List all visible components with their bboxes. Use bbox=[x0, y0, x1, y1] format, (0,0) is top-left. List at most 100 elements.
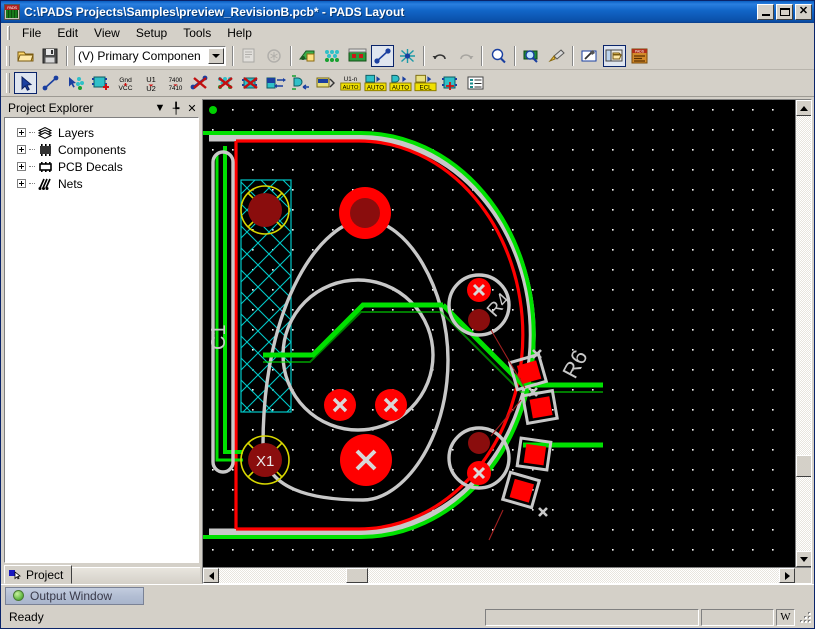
tab-project-label: Project bbox=[26, 567, 64, 582]
nets-icon bbox=[37, 177, 54, 191]
zoom-button[interactable] bbox=[487, 45, 510, 67]
delete-net-button[interactable] bbox=[214, 72, 237, 94]
tree-item-components[interactable]: Components bbox=[9, 141, 198, 158]
toolbar-grip[interactable] bbox=[6, 46, 10, 66]
close-panel-icon[interactable]: ✕ bbox=[184, 102, 200, 115]
main-body: Project Explorer ▼ ╄ ✕ Layers Components… bbox=[1, 97, 814, 584]
menu-help[interactable]: Help bbox=[219, 24, 260, 42]
explorer-panel-icon bbox=[605, 49, 623, 62]
menu-grip[interactable] bbox=[7, 25, 10, 40]
scroll-left-button[interactable] bbox=[203, 568, 219, 583]
vertical-scroll-thumb[interactable] bbox=[796, 455, 811, 477]
zoom-area-button[interactable] bbox=[520, 45, 543, 67]
designator-x1: X1 bbox=[256, 453, 274, 470]
delete-net-icon bbox=[218, 77, 233, 89]
query-modify-button[interactable] bbox=[578, 45, 601, 67]
pads-router-button[interactable]: PADS bbox=[628, 45, 651, 67]
tree-connector bbox=[29, 166, 35, 167]
chevron-down-icon[interactable] bbox=[208, 48, 224, 64]
add-component-button[interactable] bbox=[89, 72, 112, 94]
tree-connector bbox=[29, 132, 35, 133]
scroll-down-button[interactable] bbox=[796, 551, 811, 567]
redo-button[interactable] bbox=[454, 45, 477, 67]
toolbar-separator-6 bbox=[514, 46, 516, 66]
pcb-canvas[interactable]: C1 X1 R4 R6 bbox=[203, 100, 795, 567]
pcb-decal-button[interactable] bbox=[314, 72, 337, 94]
arrow-down-icon bbox=[800, 556, 808, 562]
list-view-button[interactable] bbox=[464, 72, 487, 94]
refresh-button[interactable] bbox=[263, 45, 286, 67]
tree-item-label: Layers bbox=[58, 125, 95, 140]
delete-component-button[interactable] bbox=[239, 72, 262, 94]
minimize-button[interactable] bbox=[757, 4, 774, 20]
pin-icon[interactable]: ╄ bbox=[168, 102, 184, 115]
design-toolbar-grip[interactable] bbox=[6, 73, 10, 93]
horizontal-scroll-thumb[interactable] bbox=[346, 568, 368, 583]
toolbar-separator-1 bbox=[66, 46, 68, 66]
tree-item-label: Nets bbox=[58, 176, 83, 191]
select-net-button[interactable] bbox=[64, 72, 87, 94]
menu-edit[interactable]: Edit bbox=[49, 24, 86, 42]
report-button[interactable] bbox=[238, 45, 261, 67]
open-file-button[interactable] bbox=[14, 45, 37, 67]
auto-gate-icon: AUTO bbox=[389, 74, 412, 92]
panel-menu-icon[interactable]: ▼ bbox=[152, 102, 168, 114]
resize-grip[interactable] bbox=[798, 610, 812, 624]
menu-setup[interactable]: Setup bbox=[128, 24, 175, 42]
expander-icon[interactable] bbox=[17, 145, 26, 154]
delete-route-button[interactable] bbox=[189, 72, 212, 94]
split-plane-button[interactable] bbox=[396, 45, 419, 67]
tree-item-nets[interactable]: Nets bbox=[9, 175, 198, 192]
sweep-button[interactable] bbox=[545, 45, 568, 67]
expander-icon[interactable] bbox=[17, 179, 26, 188]
vertical-scrollbar[interactable] bbox=[795, 100, 811, 567]
ecl-auto-button[interactable]: ECL bbox=[414, 72, 437, 94]
save-file-button[interactable] bbox=[39, 45, 62, 67]
title-bar: C:\PADS Projects\Samples\preview_Revisio… bbox=[1, 1, 814, 23]
part-editor-button[interactable] bbox=[439, 72, 462, 94]
output-window-button[interactable]: Output Window bbox=[5, 586, 144, 605]
auto-gate-button[interactable]: AUTO bbox=[389, 72, 412, 94]
active-layer-combo[interactable]: (V) Primary Componen bbox=[74, 46, 226, 66]
svg-text:PADS: PADS bbox=[635, 50, 645, 54]
magnifier-board-icon bbox=[523, 50, 538, 63]
part-type-button[interactable]: 7400 7410 bbox=[164, 72, 187, 94]
horizontal-scroll-row bbox=[203, 567, 811, 583]
select-net-icon bbox=[69, 77, 84, 90]
route-mode-button[interactable] bbox=[371, 45, 394, 67]
tree-item-layers[interactable]: Layers bbox=[9, 124, 198, 141]
arrow-cursor-icon bbox=[21, 75, 32, 91]
hammer-icon bbox=[581, 50, 597, 62]
layers-icon bbox=[37, 126, 54, 140]
auto-swap-button[interactable]: AUTO bbox=[364, 72, 387, 94]
menu-view[interactable]: View bbox=[86, 24, 128, 42]
expander-icon[interactable] bbox=[17, 162, 26, 171]
scroll-up-button[interactable] bbox=[796, 100, 811, 116]
maximize-button[interactable] bbox=[776, 4, 793, 20]
layout-view-button[interactable] bbox=[346, 45, 369, 67]
gate-swap-button[interactable] bbox=[289, 72, 312, 94]
add-route-button[interactable] bbox=[39, 72, 62, 94]
u1-u2-button[interactable]: U1 U2 bbox=[139, 72, 162, 94]
project-explorer-button[interactable] bbox=[603, 45, 626, 67]
add-part-icon bbox=[92, 76, 109, 90]
svg-text:7400: 7400 bbox=[169, 77, 183, 84]
gnd-vcc-button[interactable]: Gnd VCC bbox=[114, 72, 137, 94]
scroll-right-button[interactable] bbox=[779, 568, 795, 583]
menu-tools[interactable]: Tools bbox=[175, 24, 219, 42]
undo-button[interactable] bbox=[429, 45, 452, 67]
menu-file[interactable]: File bbox=[14, 24, 49, 42]
select-tool-button[interactable] bbox=[14, 72, 37, 94]
tree-item-pcb-decals[interactable]: PCB Decals bbox=[9, 158, 198, 175]
close-button[interactable]: ✕ bbox=[795, 4, 812, 20]
expander-icon[interactable] bbox=[17, 128, 26, 137]
canvas-viewport: C1 X1 R4 R6 bbox=[203, 100, 811, 567]
toolbar-separator-4 bbox=[423, 46, 425, 66]
design-rules-button[interactable] bbox=[296, 45, 319, 67]
project-explorer-title: Project Explorer bbox=[8, 101, 94, 115]
pour-manager-button[interactable] bbox=[321, 45, 344, 67]
tab-project[interactable]: Project bbox=[4, 565, 73, 584]
auto-rename-button[interactable]: U1-n AUTO bbox=[339, 72, 362, 94]
swap-pins-button[interactable] bbox=[264, 72, 287, 94]
horizontal-scrollbar[interactable] bbox=[203, 567, 795, 583]
